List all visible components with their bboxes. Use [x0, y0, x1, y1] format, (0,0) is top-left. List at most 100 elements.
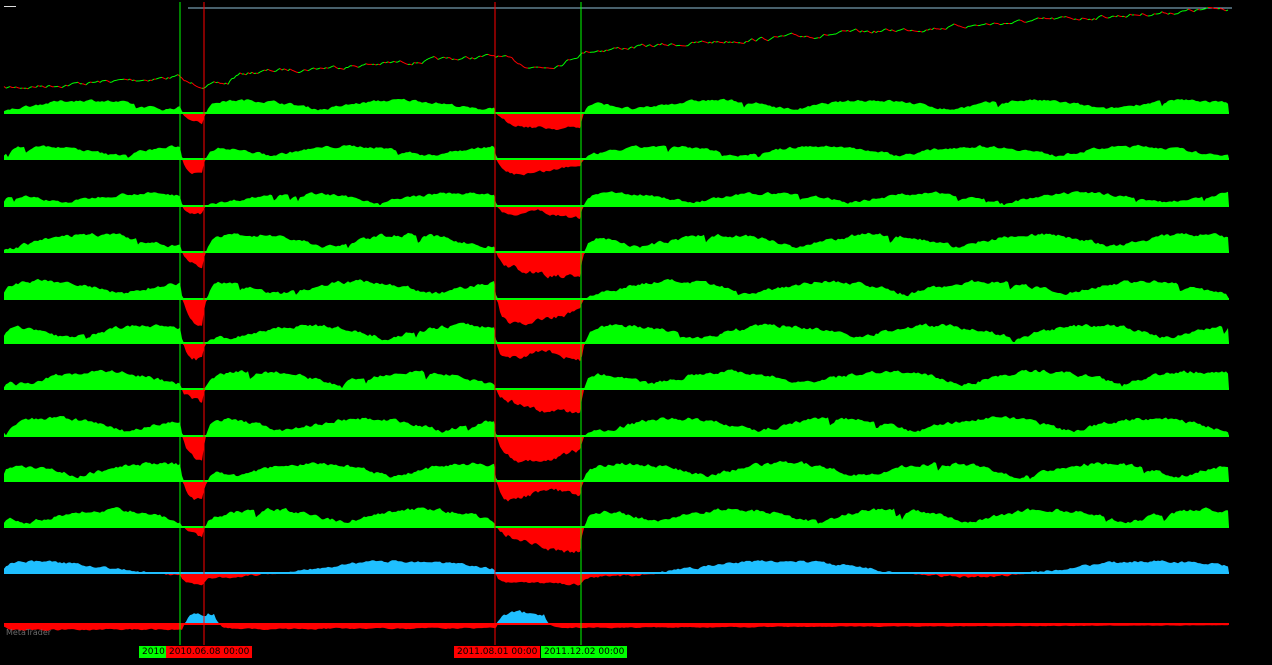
marker-label-2010-06-08: 2010.06.08 00:00 — [166, 646, 252, 658]
price-segment — [1128, 14, 1130, 16]
marker-label-2011-12-02: 2011.12.02 00:00 — [541, 646, 627, 658]
price-segment — [308, 70, 310, 71]
price-segment — [86, 83, 88, 85]
price-segment — [392, 61, 394, 62]
panel-2-positive-area — [4, 145, 1229, 159]
price-segment — [130, 79, 132, 80]
panel-12-positive-area — [4, 610, 1229, 624]
price-segment — [1126, 16, 1128, 17]
price-segment — [636, 45, 638, 46]
panel-11-negative-area — [4, 573, 1229, 586]
price-segment — [998, 24, 1000, 25]
price-segment — [874, 31, 876, 32]
price-segment — [540, 67, 542, 68]
price-segment — [158, 78, 160, 79]
price-segment — [1114, 16, 1116, 17]
price-segment — [1174, 14, 1176, 15]
price-segment — [704, 42, 706, 43]
price-segment — [428, 58, 430, 59]
price-segment — [200, 88, 202, 89]
price-segment — [666, 45, 668, 46]
price-segment — [466, 57, 468, 58]
price-segment — [714, 41, 716, 42]
price-segment — [596, 51, 598, 52]
price-segment — [1072, 19, 1074, 20]
price-segment — [252, 72, 254, 73]
price-segment — [444, 57, 446, 58]
price-segment — [30, 87, 32, 88]
price-segment — [924, 30, 926, 32]
price-segment — [514, 60, 516, 62]
price-segment — [608, 50, 610, 51]
price-segment — [1050, 18, 1052, 19]
price-segment — [406, 64, 408, 65]
price-segment — [488, 54, 490, 55]
price-segment — [236, 75, 238, 76]
price-segment — [456, 59, 458, 60]
price-segment — [930, 29, 932, 30]
price-segment — [148, 80, 150, 81]
price-segment — [196, 86, 198, 87]
price-segment — [68, 85, 70, 86]
price-segment — [146, 80, 148, 81]
price-segment — [506, 56, 508, 57]
price-segment — [426, 59, 428, 60]
price-segment — [208, 84, 210, 85]
price-segment — [422, 61, 424, 63]
panel-8-positive-area — [4, 416, 1229, 436]
price-segment — [602, 51, 604, 52]
price-segment — [1070, 18, 1072, 19]
price-segment — [760, 37, 762, 38]
price-segment — [344, 68, 346, 70]
price-segment — [722, 43, 724, 44]
price-segment — [710, 42, 712, 43]
price-segment — [1052, 18, 1054, 19]
price-segment — [1058, 17, 1060, 18]
price-segment — [690, 42, 692, 44]
price-segment — [524, 67, 526, 68]
price-segment — [8, 87, 10, 88]
price-segment — [712, 41, 714, 43]
price-segment — [966, 26, 968, 28]
price-segment — [1140, 14, 1142, 16]
panel-9-negative-area — [4, 481, 1229, 502]
marker-label-2010: 2010 — [139, 646, 168, 658]
price-segment — [1016, 20, 1018, 21]
price-segment — [310, 68, 312, 69]
price-segment — [564, 61, 566, 64]
price-segment — [112, 81, 114, 82]
price-segment — [792, 33, 794, 34]
panel-1-negative-area — [4, 113, 1229, 130]
watermark-text: MetaTrader — [6, 628, 51, 637]
price-segment — [812, 38, 814, 39]
price-segment — [432, 56, 434, 57]
price-segment — [364, 64, 366, 65]
price-segment — [1118, 15, 1120, 16]
price-segment — [60, 87, 62, 88]
price-segment — [860, 31, 862, 32]
panel-3-positive-area — [4, 191, 1229, 206]
price-segment — [1166, 13, 1168, 14]
price-segment — [192, 83, 194, 85]
price-segment — [1172, 13, 1174, 14]
price-segment — [28, 87, 30, 88]
price-segment — [1012, 22, 1014, 23]
price-segment — [1064, 17, 1066, 18]
price-segment — [98, 81, 100, 82]
price-segment — [1098, 16, 1100, 17]
price-segment — [398, 61, 400, 62]
price-segment — [176, 75, 178, 76]
price-segment — [946, 27, 948, 29]
price-segment — [566, 60, 568, 61]
price-segment — [1110, 16, 1112, 17]
price-segment — [1142, 14, 1144, 15]
price-segment — [340, 68, 342, 69]
price-segment — [868, 31, 870, 32]
price-segment — [904, 29, 906, 30]
price-segment — [478, 56, 480, 57]
price-segment — [762, 37, 764, 39]
price-segment — [876, 31, 878, 32]
panel-9-positive-area — [4, 461, 1229, 481]
price-segment — [100, 81, 102, 83]
price-segment — [512, 58, 514, 61]
